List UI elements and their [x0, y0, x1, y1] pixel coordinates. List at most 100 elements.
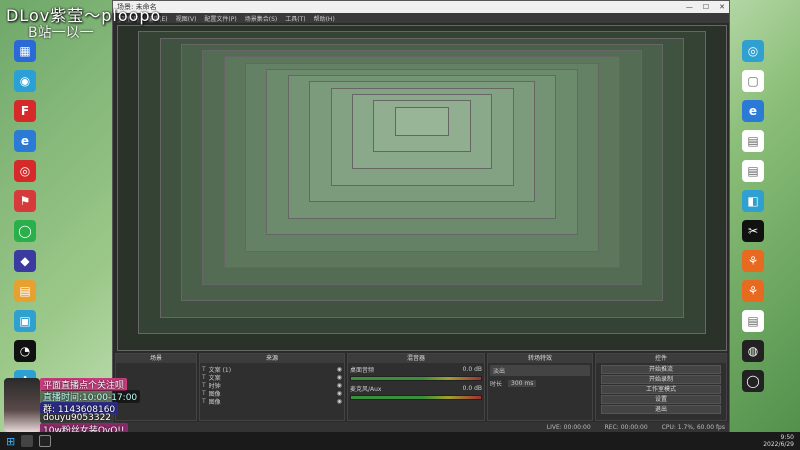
sources-dock: 来源 T 文案 (1) ◉ T 文案 ◉ T 时钟 ◉ T 图像 ◉ T 图像 ◉ [199, 353, 345, 421]
mixer-track-name: 桌面音频 [350, 366, 375, 374]
desktop-icon[interactable]: ◍ [736, 340, 770, 362]
app-icon: ◔ [14, 340, 36, 362]
text-source-icon: T [202, 389, 206, 397]
status-item: LIVE: 00:00:00 [546, 423, 591, 431]
desktop-icon[interactable]: ✂ [736, 220, 770, 242]
status-bar: LIVE: 00:00:00 REC: 00:00:00 CPU: 1.7%, 60… [113, 422, 729, 432]
mixer-dock-title: 混音器 [348, 354, 484, 363]
status-item: REC: 00:00:00 [604, 423, 648, 431]
app-icon: ◆ [14, 250, 36, 272]
start-icon[interactable]: ⊞ [6, 435, 15, 448]
desktop-icon[interactable]: ◎ [736, 40, 770, 62]
app-icon: ▢ [742, 70, 764, 92]
source-item[interactable]: T 图像 ◉ [202, 397, 342, 406]
app-icon: ⚘ [742, 280, 764, 302]
source-item[interactable]: T 文案 (1) ◉ [202, 365, 342, 374]
taskbar: ⊞ 9:50 2022/6/29 [0, 432, 800, 450]
eye-icon[interactable]: ◉ [337, 374, 342, 381]
app-icon: ▤ [742, 130, 764, 152]
desktop-icon[interactable]: ◆ [8, 250, 42, 272]
app-icon: e [742, 100, 764, 122]
app-icon: ◯ [742, 370, 764, 392]
desktop-icon[interactable]: ◯ [8, 220, 42, 242]
maximize-icon[interactable]: ☐ [703, 3, 709, 11]
text-source-icon: T [202, 397, 206, 405]
desktop-icon[interactable]: ▤ [736, 130, 770, 152]
mixer-track-db: 0.0 dB [462, 365, 482, 373]
mixer-track-name: 麦克风/Aux [350, 385, 382, 393]
transition-select[interactable]: 淡出 [490, 365, 590, 376]
app-icon: ◧ [742, 190, 764, 212]
controls-dock: 控件 开始推流 开始录制 工作室模式 设置 退出 [595, 353, 727, 421]
desktop-icon[interactable]: ▣ [8, 310, 42, 332]
control-button[interactable]: 开始录制 [601, 375, 721, 384]
app-icon: ⚘ [742, 250, 764, 272]
mixer-dock: 混音器 桌面音频 0.0 dB 麦克风/Aux 0.0 dB [347, 353, 485, 421]
desktop-icon[interactable]: ▤ [8, 280, 42, 302]
desktop-icon[interactable]: e [736, 100, 770, 122]
desktop-icon[interactable]: e [8, 130, 42, 152]
app-icon: ▤ [742, 160, 764, 182]
scenes-dock-title: 场景 [116, 354, 196, 363]
mixer-track-desktop: 桌面音频 0.0 dB [350, 365, 482, 374]
menu-item[interactable]: 场景集合(S) [245, 14, 278, 23]
app-icon: F [14, 100, 36, 122]
app-icon: ◎ [14, 160, 36, 182]
desktop-icon[interactable]: ◧ [736, 190, 770, 212]
obs-titlebar[interactable]: 场景: 未命名 — ☐ ✕ [113, 1, 729, 13]
menu-item[interactable]: 工具(T) [285, 14, 305, 23]
text-source-icon: T [202, 381, 206, 389]
douyu-id: douyu9053322 [40, 413, 115, 423]
close-icon[interactable]: ✕ [719, 3, 725, 11]
eye-icon[interactable]: ◉ [337, 398, 342, 405]
duration-label: 时长 [490, 380, 503, 388]
control-button[interactable]: 退出 [601, 405, 721, 414]
source-label: 图像 [208, 398, 221, 406]
obs-taskbar-icon[interactable] [39, 435, 52, 447]
mixer-track-db: 0.0 dB [462, 384, 482, 392]
eye-icon[interactable]: ◉ [337, 382, 342, 389]
desktop-icon[interactable]: ◯ [736, 370, 770, 392]
desktop-icon[interactable]: ◔ [8, 340, 42, 362]
desktop-icon[interactable]: ▤ [736, 310, 770, 332]
obs-window[interactable]: 场景: 未命名 — ☐ ✕ 文件(F) 编辑(E) 视图(V) 配置文件(P) 场景集合… [112, 0, 730, 432]
menu-item[interactable]: 视图(V) [176, 14, 197, 23]
app-icon: ⚑ [14, 190, 36, 212]
app-icon: ◎ [742, 40, 764, 62]
volume-meter[interactable] [350, 376, 482, 381]
duration-input[interactable]: 300 ms [508, 379, 537, 387]
clock-date: 2022/6/29 [763, 441, 794, 448]
source-item[interactable]: T 图像 ◉ [202, 389, 342, 398]
app-icon: ◉ [14, 70, 36, 92]
text-source-icon: T [202, 373, 206, 381]
text-source-icon: T [202, 365, 206, 373]
desktop-icon[interactable]: F [8, 100, 42, 122]
streamer-overlay: 平面直播点个关注呗 直播时间:10:00-17:00 群: 1143608160… [0, 378, 160, 436]
desktop-icon[interactable]: ⚑ [8, 190, 42, 212]
search-icon[interactable] [21, 435, 34, 447]
source-item[interactable]: T 时钟 ◉ [202, 381, 342, 390]
obs-menubar: 文件(F) 编辑(E) 视图(V) 配置文件(P) 场景集合(S) 工具(T) 帮助(H) [113, 13, 729, 23]
eye-icon[interactable]: ◉ [337, 366, 342, 373]
menu-item[interactable]: 配置文件(P) [204, 14, 236, 23]
desktop-icon[interactable]: ▤ [736, 160, 770, 182]
sources-dock-title: 来源 [200, 354, 344, 363]
source-item[interactable]: T 文案 ◉ [202, 373, 342, 382]
control-button[interactable]: 开始推流 [601, 365, 721, 374]
control-button[interactable]: 工作室模式 [601, 385, 721, 394]
desktop-icon[interactable]: ◎ [8, 160, 42, 182]
app-icon: ▤ [14, 280, 36, 302]
desktop-icon[interactable]: ▦ [8, 40, 42, 62]
control-button[interactable]: 设置 [601, 395, 721, 404]
eye-icon[interactable]: ◉ [337, 390, 342, 397]
app-icon: ◍ [742, 340, 764, 362]
minimize-icon[interactable]: — [686, 3, 693, 11]
desktop-icon[interactable]: ◉ [8, 70, 42, 92]
desktop-icon[interactable]: ⚘ [736, 250, 770, 272]
app-icon: e [14, 130, 36, 152]
volume-meter[interactable] [350, 395, 482, 400]
preview-canvas[interactable] [117, 25, 727, 351]
desktop-icon[interactable]: ⚘ [736, 280, 770, 302]
menu-item[interactable]: 帮助(H) [314, 14, 335, 23]
desktop-icon[interactable]: ▢ [736, 70, 770, 92]
